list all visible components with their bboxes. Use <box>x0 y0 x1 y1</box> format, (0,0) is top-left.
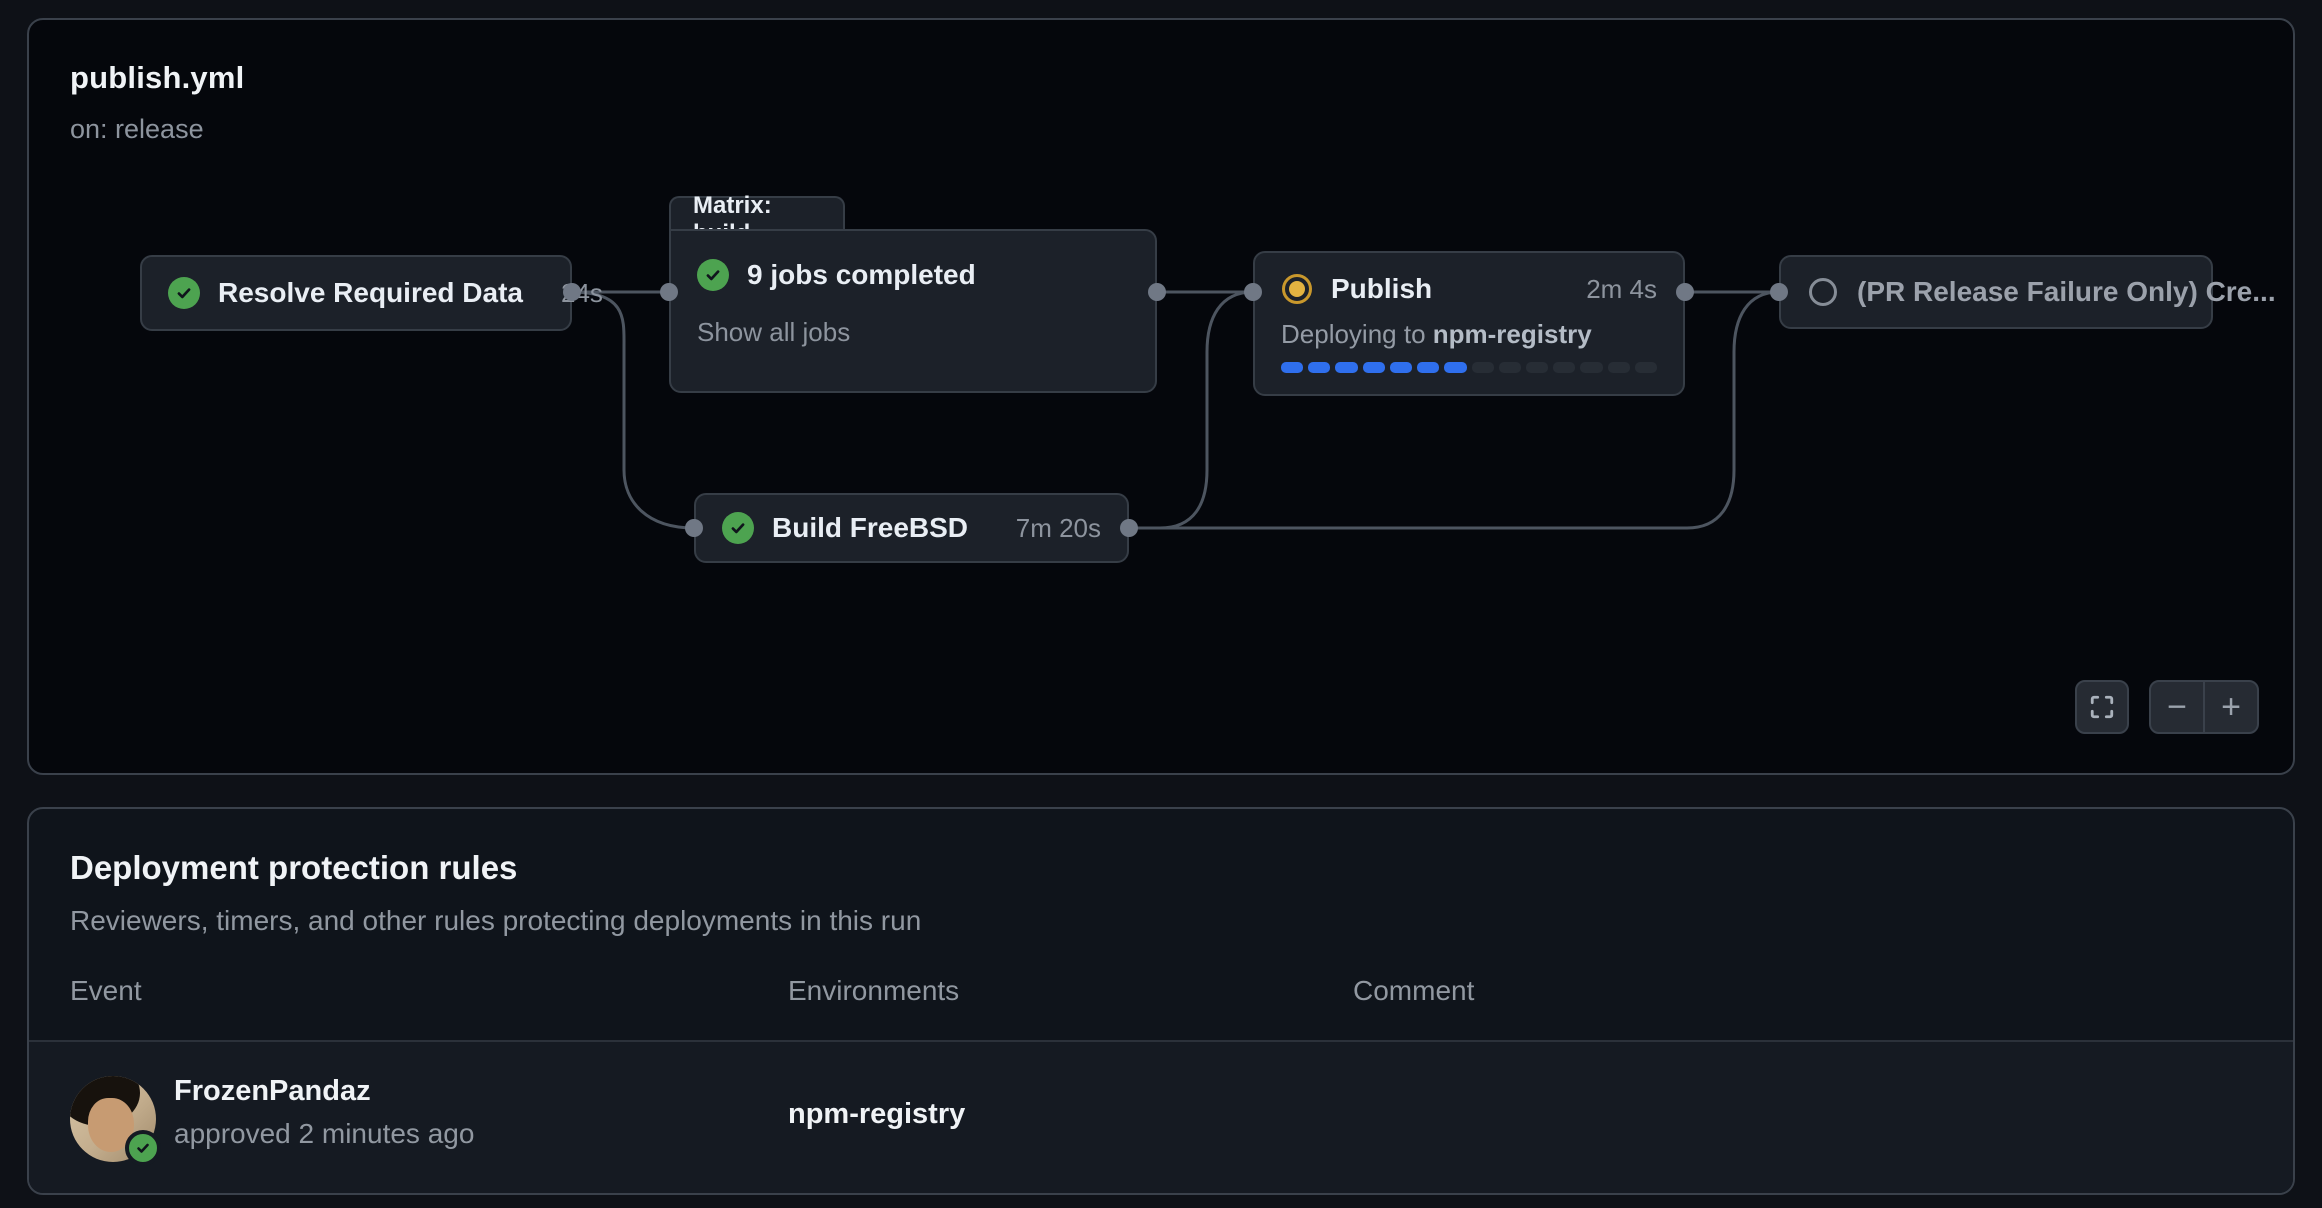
page: publish.yml on: release Resolve Required… <box>0 0 2322 1208</box>
table-row: FrozenPandaz approved 2 minutes ago npm-… <box>29 1042 2293 1195</box>
deploy-progress-segment <box>1281 362 1303 373</box>
job-node-publish[interactable]: Publish 2m 4s Deploying to npm-registry <box>1253 251 1685 396</box>
job-node-matrix-build[interactable]: 9 jobs completed Show all jobs <box>669 229 1157 393</box>
approval-status-text: approved 2 minutes ago <box>174 1118 474 1150</box>
row-environment-name: npm-registry <box>788 1098 965 1131</box>
approved-check-icon <box>125 1130 161 1166</box>
deploy-environment-name: npm-registry <box>1433 319 1592 349</box>
job-node-pr-release-failure[interactable]: (PR Release Failure Only) Cre... <box>1779 255 2213 329</box>
column-header-comment: Comment <box>1353 975 1474 1007</box>
deploy-progress-segment <box>1472 362 1494 373</box>
job-label: Publish <box>1331 273 1432 305</box>
zoom-out-button[interactable]: − <box>2151 682 2203 732</box>
rules-subtitle: Reviewers, timers, and other rules prote… <box>70 905 921 937</box>
workflow-trigger: on: release <box>70 114 204 145</box>
zoom-in-button[interactable]: + <box>2203 682 2257 732</box>
fullscreen-button[interactable] <box>2075 680 2129 734</box>
zoom-controls: − + <box>2149 680 2259 734</box>
graph-connector-dots <box>29 20 2297 777</box>
deploy-status-prefix: Deploying to <box>1281 319 1433 349</box>
deploy-progress-segment <box>1580 362 1602 373</box>
deploy-progress-segment <box>1526 362 1548 373</box>
deploy-progress-segment <box>1553 362 1575 373</box>
success-check-icon <box>722 512 754 544</box>
rules-heading: Deployment protection rules <box>70 849 517 887</box>
reviewer-username-link[interactable]: FrozenPandaz <box>174 1075 371 1108</box>
deploy-progress-segment <box>1444 362 1466 373</box>
in-progress-icon <box>1281 273 1313 305</box>
deploy-progress-segment <box>1499 362 1521 373</box>
pending-circle-icon <box>1807 276 1839 308</box>
fullscreen-icon <box>2089 694 2115 720</box>
deploy-progress-segment <box>1635 362 1657 373</box>
column-header-environments: Environments <box>788 975 959 1007</box>
job-label: Build FreeBSD <box>772 512 968 544</box>
show-all-jobs-link[interactable]: Show all jobs <box>697 317 850 348</box>
success-check-icon <box>697 259 729 291</box>
job-label: Resolve Required Data <box>218 277 523 309</box>
matrix-status-label: 9 jobs completed <box>747 259 976 291</box>
deploy-progress-segment <box>1363 362 1385 373</box>
job-duration: 7m 20s <box>996 513 1101 544</box>
deploy-status-text: Deploying to npm-registry <box>1281 319 1657 350</box>
deploy-progress-bar <box>1281 362 1657 373</box>
success-check-icon <box>168 277 200 309</box>
job-node-build-freebsd[interactable]: Build FreeBSD 7m 20s <box>694 493 1129 563</box>
job-duration: 24s <box>541 278 603 309</box>
deploy-progress-segment <box>1335 362 1357 373</box>
deploy-progress-segment <box>1417 362 1439 373</box>
deploy-progress-segment <box>1390 362 1412 373</box>
workflow-title: publish.yml <box>70 60 244 96</box>
deploy-progress-segment <box>1308 362 1330 373</box>
workflow-graph-panel: publish.yml on: release Resolve Required… <box>27 18 2295 775</box>
deploy-progress-segment <box>1608 362 1630 373</box>
job-label: (PR Release Failure Only) Cre... <box>1857 276 2276 308</box>
deployment-protection-rules-panel: Deployment protection rules Reviewers, t… <box>27 807 2295 1195</box>
job-duration: 2m 4s <box>1566 274 1657 305</box>
graph-edges <box>29 20 2297 777</box>
job-node-resolve-required-data[interactable]: Resolve Required Data 24s <box>140 255 572 331</box>
column-header-event: Event <box>70 975 142 1007</box>
